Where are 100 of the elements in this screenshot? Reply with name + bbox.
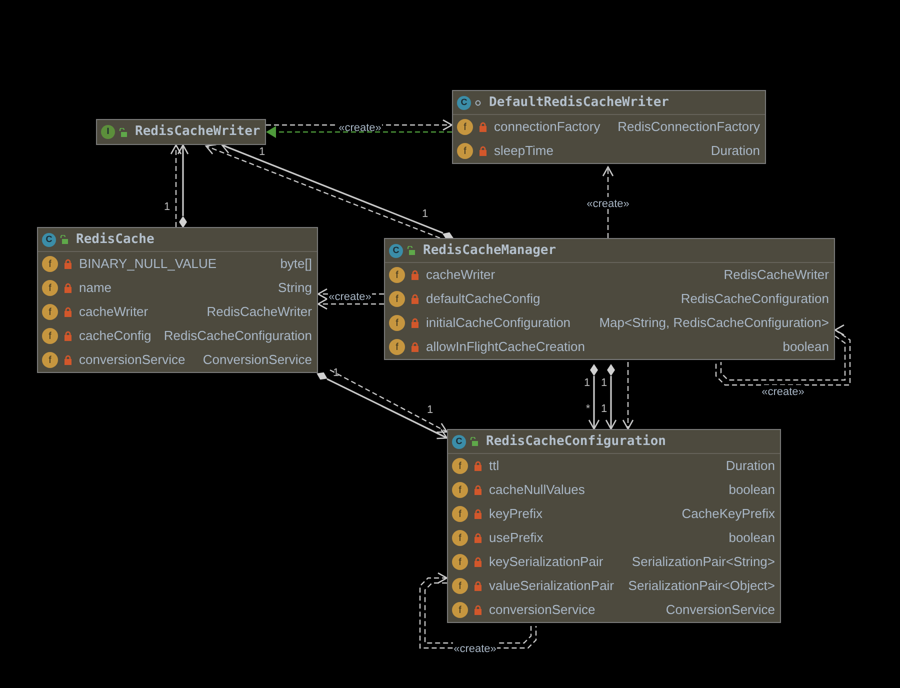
class-icon: C	[457, 96, 471, 110]
dependency-arrow	[622, 362, 634, 430]
field-name: keyPrefix	[489, 505, 542, 524]
field-name: cacheConfig	[79, 327, 152, 346]
field-type: Duration	[724, 457, 775, 476]
class-icon: C	[452, 434, 466, 448]
multiplicity-label: 1	[600, 377, 608, 389]
field-icon: f	[452, 554, 468, 570]
lock-icon	[411, 270, 419, 280]
class-name: RedisCacheManager	[423, 242, 556, 260]
field-name: conversionService	[79, 351, 186, 370]
class-name: RedisCacheConfiguration	[486, 432, 666, 451]
field-name: keySerializationPair	[489, 553, 604, 572]
class-icon: C	[42, 232, 56, 246]
lock-icon	[479, 146, 487, 156]
field-type: String	[277, 279, 312, 298]
create-label: «create»	[328, 291, 372, 303]
lock-icon	[479, 122, 487, 132]
multiplicity-label: 1	[426, 404, 434, 416]
lock-icon	[64, 307, 72, 317]
class-box[interactable]: I RedisCacheWriter	[96, 119, 266, 145]
field-type: boolean	[728, 481, 775, 500]
multiplicity-label: 1	[584, 377, 590, 389]
field-icon: f	[452, 578, 468, 594]
field-icon: f	[452, 530, 468, 546]
composition-arrow	[605, 364, 617, 430]
field-icon: f	[42, 328, 58, 344]
field-icon: f	[42, 304, 58, 320]
field-name: sleepTime	[494, 142, 554, 160]
field-name: name	[79, 279, 112, 298]
composition-arrow	[588, 364, 600, 430]
field-type: Duration	[710, 142, 760, 160]
field-icon: f	[42, 256, 58, 272]
lock-icon	[64, 259, 72, 269]
field-name: defaultCacheConfig	[426, 290, 540, 308]
field-type: SerializationPair<Object>	[627, 577, 775, 596]
field-name: BINARY_NULL_VALUE	[79, 255, 217, 274]
class-box[interactable]: C DefaultRedisCacheWriter f connectionFactory RedisConnectionFactory f sleepTime Duration	[452, 90, 766, 164]
class-icon: C	[389, 244, 403, 258]
multiplicity-label: *	[586, 403, 590, 415]
field-icon: f	[42, 352, 58, 368]
field-icon: f	[452, 458, 468, 474]
field-name: connectionFactory	[494, 118, 600, 136]
field-type: boolean	[782, 338, 829, 356]
field-name: valueSerializationPair	[489, 577, 614, 596]
field-type: byte[]	[279, 255, 312, 274]
field-type: RedisCacheWriter	[206, 303, 312, 322]
field-icon: f	[457, 119, 473, 135]
lock-icon	[474, 605, 482, 615]
field-icon: f	[389, 315, 405, 331]
create-label: «create»	[586, 198, 630, 210]
field-icon: f	[42, 280, 58, 296]
lock-icon	[64, 331, 72, 341]
field-icon: f	[389, 339, 405, 355]
field-type: ConversionService	[664, 601, 775, 620]
create-label: «create»	[338, 122, 382, 134]
class-name: RedisCacheWriter	[135, 123, 260, 142]
field-type: RedisConnectionFactory	[616, 118, 760, 136]
lock-icon	[474, 557, 482, 567]
field-type: RedisCacheWriter	[722, 266, 829, 284]
field-name: conversionService	[489, 601, 596, 620]
field-name: usePrefix	[489, 529, 544, 548]
field-type: RedisCacheConfiguration	[162, 327, 312, 346]
class-box[interactable]: C RedisCacheManager f cacheWriter RedisCacheWriter f defaultCacheConfig RedisCacheConfiguration f initialCacheConfiguration Map<String, RedisCacheConfiguration> f allowInFlightCacheCreation boolean	[384, 238, 835, 360]
multiplicity-label: 1	[422, 208, 428, 220]
field-type: ConversionService	[202, 351, 312, 370]
multiplicity-label: 1	[164, 201, 170, 213]
class-icon: I	[101, 125, 115, 139]
lock-icon	[474, 581, 482, 591]
field-type: RedisCacheConfiguration	[680, 290, 829, 308]
field-type: boolean	[728, 529, 775, 548]
field-name: cacheNullValues	[489, 481, 585, 500]
create-label: «create»	[454, 643, 496, 655]
field-type: Map<String, RedisCacheConfiguration>	[598, 314, 829, 332]
field-icon: f	[389, 267, 405, 283]
lock-icon	[474, 461, 482, 471]
field-icon: f	[452, 602, 468, 618]
field-name: initialCacheConfiguration	[426, 314, 571, 332]
multiplicity-label: 1	[332, 367, 340, 379]
class-box[interactable]	[447, 429, 781, 623]
create-label: «create»	[762, 386, 804, 398]
lock-icon	[474, 509, 482, 519]
multiplicity-label: 1	[600, 403, 608, 415]
lock-icon	[474, 485, 482, 495]
class-box[interactable]: C RedisCache f BINARY_NULL_VALUE byte[] f name String f cacheWriter RedisCacheWriter f cacheConfig RedisCacheConfiguration f conversionService ConversionService	[37, 227, 318, 373]
lock-icon	[64, 355, 72, 365]
lock-icon	[411, 318, 419, 328]
field-icon: f	[452, 482, 468, 498]
field-name: ttl	[489, 457, 500, 476]
field-name: cacheWriter	[426, 266, 496, 284]
lock-icon	[411, 342, 419, 352]
class-name: DefaultRedisCacheWriter	[489, 94, 670, 112]
field-icon: f	[389, 291, 405, 307]
field-icon: f	[457, 143, 473, 159]
field-type: CacheKeyPrefix	[680, 505, 775, 524]
lock-icon	[411, 294, 419, 304]
class-name: RedisCache	[76, 230, 154, 249]
multiplicity-label: 1	[258, 146, 266, 158]
field-type: SerializationPair<String>	[630, 553, 775, 572]
lock-icon	[64, 283, 72, 293]
